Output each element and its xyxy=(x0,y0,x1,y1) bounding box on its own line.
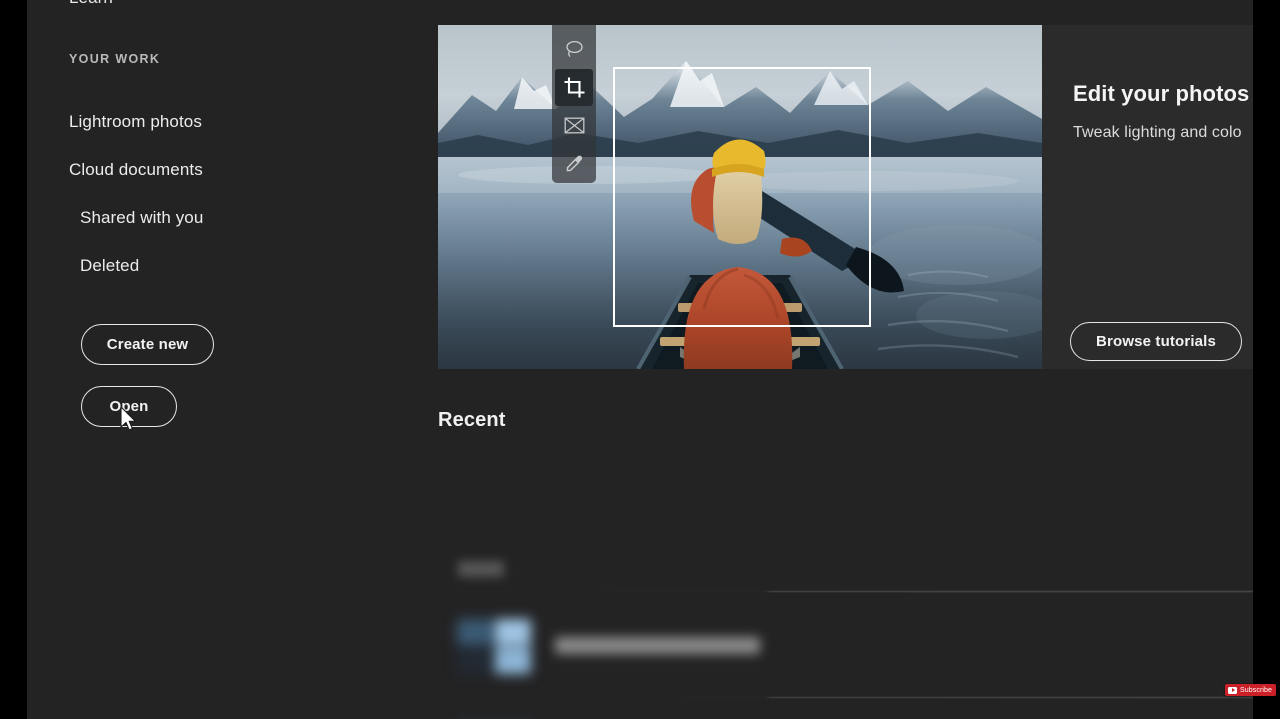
recent-divider xyxy=(438,591,1253,592)
content-area: Edit your photos Tweak lighting and colo… xyxy=(438,0,1253,719)
hero-text-column: Edit your photos Tweak lighting and colo xyxy=(1042,25,1253,369)
app-surface: Learn YOUR WORK Lightroom photos Cloud d… xyxy=(27,0,1253,719)
recent-list xyxy=(438,455,1253,719)
sidebar-item-deleted[interactable]: Deleted xyxy=(27,242,438,290)
crop-icon xyxy=(564,77,584,98)
hero-title: Edit your photos xyxy=(1073,81,1250,106)
recent-item-title-placeholder xyxy=(555,637,760,654)
hero-banner: Edit your photos Tweak lighting and colo… xyxy=(438,25,1253,369)
sidebar-item-shared-with-you[interactable]: Shared with you xyxy=(27,194,438,242)
youtube-play-icon xyxy=(1228,686,1237,694)
sidebar-nav-list: Lightroom photos Cloud documents Shared … xyxy=(27,98,438,290)
sidebar-item-learn[interactable]: Learn xyxy=(69,0,113,8)
youtube-subscribe-label: Subscribe xyxy=(1240,686,1273,694)
sidebar: Learn YOUR WORK Lightroom photos Cloud d… xyxy=(27,0,438,719)
recent-divider-2 xyxy=(438,697,1253,698)
photo-toolbar xyxy=(552,25,596,183)
letterbox-left xyxy=(0,0,27,719)
sidebar-action-buttons: Create new Open xyxy=(81,324,214,427)
sidebar-item-cloud-documents[interactable]: Cloud documents xyxy=(27,146,438,194)
create-new-button[interactable]: Create new xyxy=(81,324,214,365)
recent-filter-chip-placeholder[interactable] xyxy=(458,561,504,577)
youtube-subscribe-badge[interactable]: Subscribe xyxy=(1225,684,1277,696)
transform-tool-button[interactable] xyxy=(555,107,593,144)
transform-icon xyxy=(564,117,584,134)
app-root: Learn YOUR WORK Lightroom photos Cloud d… xyxy=(0,0,1280,719)
lasso-icon xyxy=(565,40,583,58)
recent-item-thumbnail[interactable] xyxy=(457,619,531,674)
hero-subtitle: Tweak lighting and colo xyxy=(1073,124,1242,141)
lasso-tool-button[interactable] xyxy=(555,31,593,68)
hero-photo xyxy=(438,25,1042,369)
sidebar-item-lightroom-photos[interactable]: Lightroom photos xyxy=(27,98,438,146)
crop-tool-button[interactable] xyxy=(555,69,593,106)
browse-tutorials-button[interactable]: Browse tutorials xyxy=(1070,322,1242,361)
letterbox-right xyxy=(1253,0,1280,719)
recent-heading: Recent xyxy=(438,409,506,431)
open-button[interactable]: Open xyxy=(81,386,177,427)
sidebar-section-your-work: YOUR WORK xyxy=(69,52,161,66)
eyedropper-tool-button[interactable] xyxy=(555,145,593,182)
eyedropper-icon xyxy=(566,155,582,172)
